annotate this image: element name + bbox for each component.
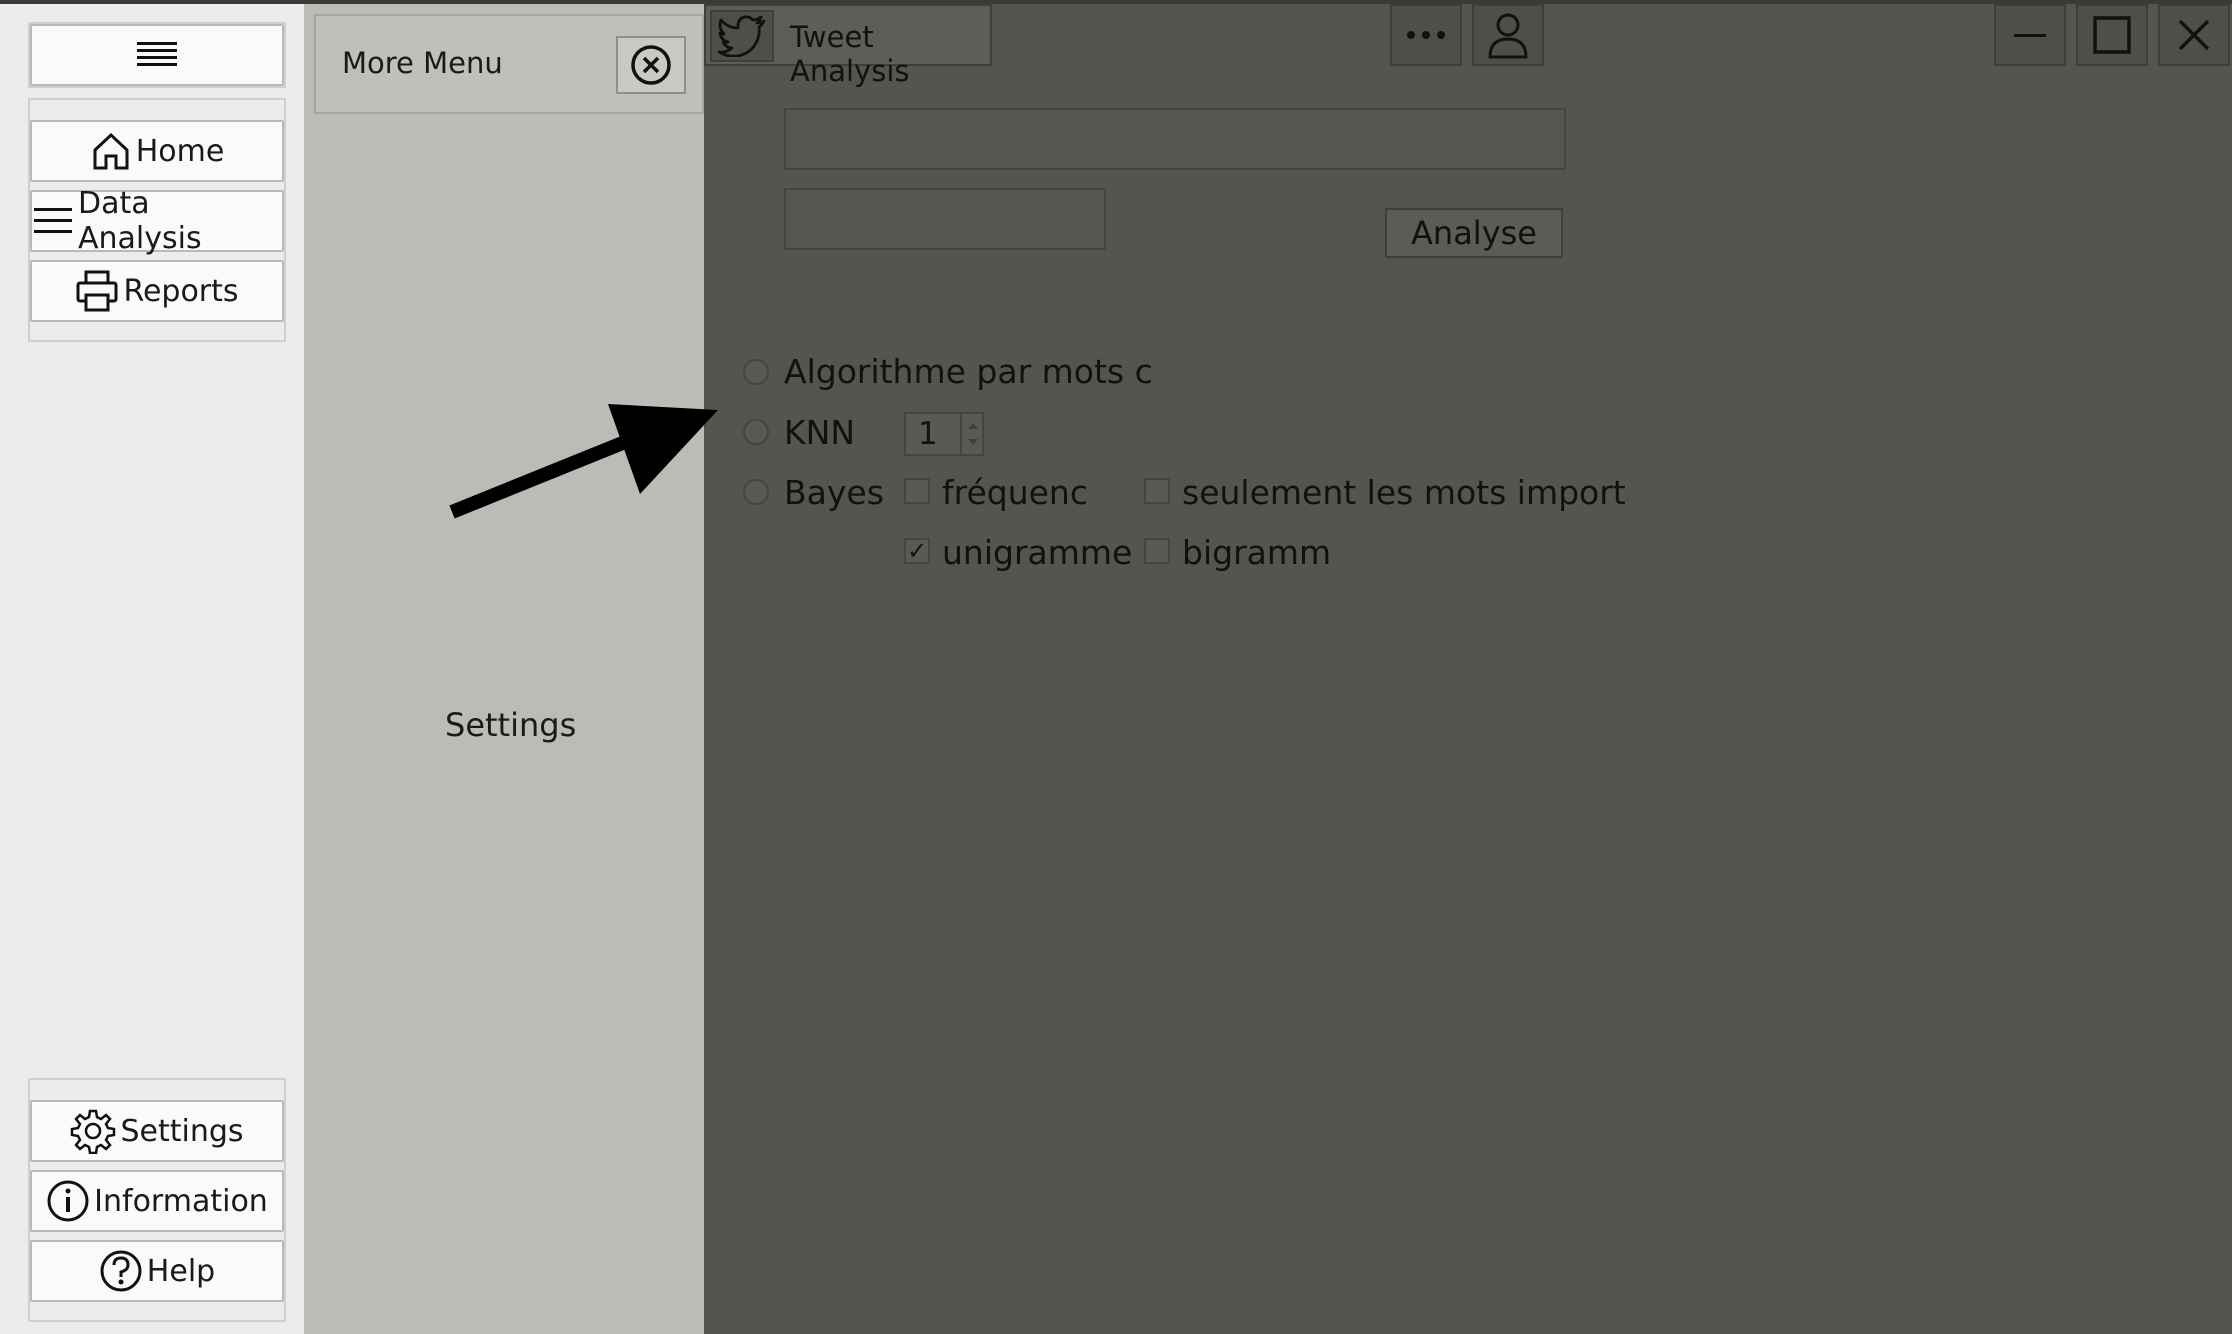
sidebar: Home Data Analysis Reports Settings Info… <box>0 0 304 1334</box>
checkmark-icon: ✓ <box>906 537 928 565</box>
app-logo <box>710 10 774 62</box>
twitter-bird-icon <box>717 15 766 57</box>
query-input[interactable] <box>784 108 1566 170</box>
close-circle-icon <box>631 45 671 85</box>
sidebar-item-label: Reports <box>123 273 239 309</box>
sidebar-item-label: Information <box>94 1183 268 1219</box>
algo-keywords-label: Algorithme par mots c <box>784 352 1153 391</box>
minimize-button[interactable] <box>1994 4 2066 66</box>
knn-label: KNN <box>784 413 856 452</box>
unigramme-checkbox[interactable]: ✓ <box>904 538 930 564</box>
bayes-label: Bayes <box>784 473 884 512</box>
hamburger-group <box>28 22 286 88</box>
more-options-button[interactable] <box>1390 4 1462 66</box>
count-input[interactable] <box>784 188 1106 250</box>
gear-icon <box>71 1109 116 1154</box>
sidebar-item-label: Help <box>146 1253 216 1289</box>
sidebar-item-help[interactable]: Help <box>30 1240 284 1302</box>
more-menu-close-button[interactable] <box>616 36 686 94</box>
knn-value: 1 <box>918 416 938 452</box>
user-icon <box>1488 13 1528 59</box>
sidebar-item-reports[interactable]: Reports <box>30 260 284 322</box>
close-window-button[interactable] <box>2158 4 2230 66</box>
unigramme-label: unigramme <box>942 533 1133 572</box>
sidebar-item-data-analysis[interactable]: Data Analysis <box>30 186 284 256</box>
window-title-tab: Tweet Analysis <box>704 4 992 88</box>
more-menu-panel: More Menu Settings <box>304 0 704 1334</box>
bigramme-label: bigramm <box>1182 533 1332 572</box>
algo-keywords-radio[interactable] <box>743 359 769 385</box>
more-menu-settings-label[interactable]: Settings <box>445 706 576 744</box>
knn-spin-arrows[interactable] <box>960 414 982 454</box>
window-title: Tweet Analysis <box>790 20 910 88</box>
minimize-icon <box>2014 34 2046 37</box>
knn-spinbox[interactable]: 1 <box>904 412 984 456</box>
info-icon <box>47 1180 89 1222</box>
hamburger-button[interactable] <box>30 24 284 86</box>
frequence-label: fréquenc <box>942 473 1088 512</box>
bayes-radio[interactable] <box>743 479 769 505</box>
sidebar-item-label: Settings <box>120 1113 244 1149</box>
ellipsis-icon <box>1407 31 1445 39</box>
important-words-checkbox[interactable] <box>1144 478 1170 504</box>
sidebar-item-label: Data Analysis <box>78 186 202 256</box>
maximize-icon <box>2093 16 2131 54</box>
hamburger-icon <box>137 42 177 66</box>
maximize-button[interactable] <box>2076 4 2148 66</box>
sidebar-item-information[interactable]: Information <box>30 1170 284 1232</box>
bottom-nav-group: Settings Information Help <box>28 1078 286 1322</box>
frequence-checkbox[interactable] <box>904 478 930 504</box>
sidebar-item-settings[interactable]: Settings <box>30 1100 284 1162</box>
help-icon <box>100 1250 142 1292</box>
analyse-button[interactable]: Analyse <box>1385 208 1563 258</box>
close-icon <box>2178 19 2210 51</box>
sidebar-item-home[interactable]: Home <box>30 120 284 182</box>
printer-icon <box>76 270 118 312</box>
spin-arrows-icon <box>968 423 978 445</box>
important-words-label: seulement les mots importar <box>1182 473 1628 512</box>
bigramme-checkbox[interactable] <box>1144 538 1170 564</box>
more-menu-title: More Menu <box>342 46 503 80</box>
home-icon <box>93 132 129 170</box>
knn-radio[interactable] <box>743 419 769 445</box>
user-profile-button[interactable] <box>1472 4 1544 66</box>
more-menu-header: More Menu <box>314 14 704 114</box>
list-icon <box>34 208 72 233</box>
nav-group: Home Data Analysis Reports <box>28 98 286 342</box>
top-border <box>0 0 2232 4</box>
main-window: Tweet Analysis Analyse Algorithme par mo… <box>704 0 2232 1334</box>
sidebar-item-label: Home <box>135 133 225 169</box>
